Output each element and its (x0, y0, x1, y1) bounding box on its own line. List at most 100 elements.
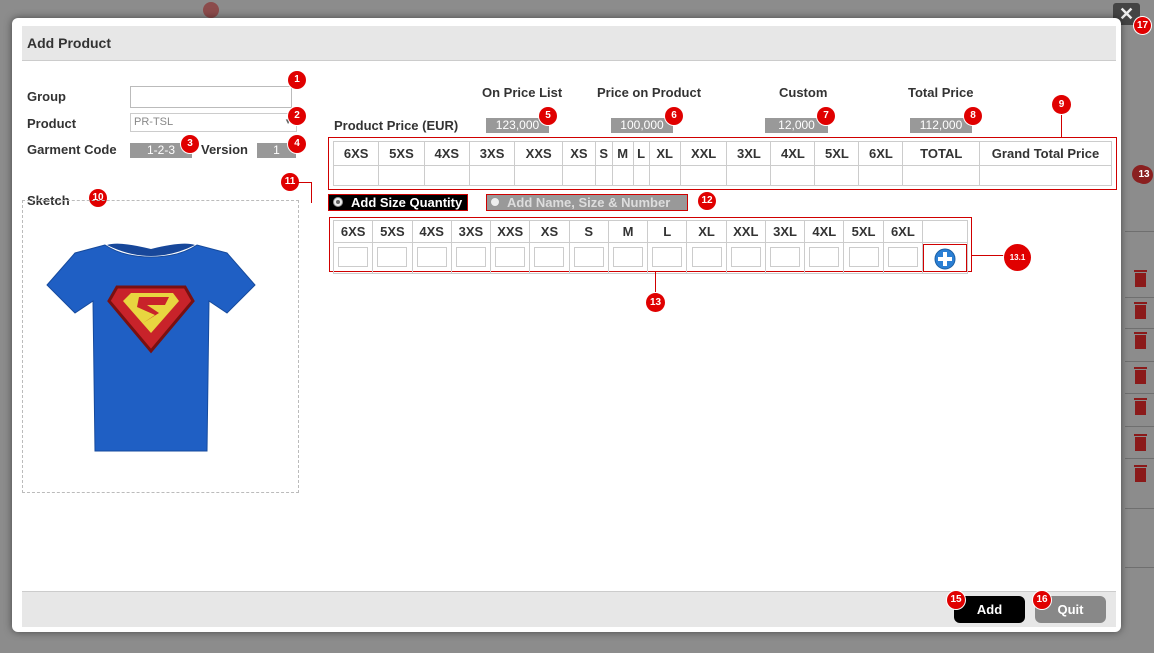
qty-input-5xs[interactable] (377, 246, 408, 267)
annotation-badge-13: 13 (646, 293, 665, 312)
summary-col-5xs: 5XS (378, 141, 425, 166)
annotation-badge-9: 9 (1052, 95, 1071, 114)
dialog-title: Add Product (27, 35, 111, 51)
product-price-label: Product Price (EUR) (334, 118, 459, 133)
version-label: Version (201, 142, 248, 157)
superman-tshirt-image (46, 243, 256, 452)
summary-col-total: TOTAL (902, 141, 980, 166)
summary-col-xxl: XXL (679, 141, 728, 166)
qty-input-6xs[interactable] (338, 246, 369, 267)
plus-circle-icon (934, 248, 956, 270)
annotation-line (1061, 113, 1062, 138)
summary-col-s: S (594, 141, 613, 166)
trash-icon (1133, 330, 1148, 350)
annotation-line (655, 272, 656, 294)
qty-col-6xl: 6XL (882, 220, 924, 243)
qty-input-6xl[interactable] (887, 246, 918, 267)
sketch-panel (22, 200, 299, 493)
annotation-badge-11: 11 (281, 173, 299, 191)
name-size-number-option[interactable]: Add Name, Size & Number (486, 194, 688, 211)
background-badge: 13 (1135, 166, 1153, 184)
qty-col-6xs: 6XS (332, 220, 374, 243)
qty-input-xl[interactable] (691, 246, 722, 267)
summary-col-xl: XL (648, 141, 681, 166)
annotation-badge-17: 17 (1134, 17, 1151, 34)
summary-col-3xl: 3XL (726, 141, 772, 166)
qty-input-xxl[interactable] (730, 246, 761, 267)
qty-col-l: L (647, 220, 688, 243)
trash-icon (1133, 396, 1148, 416)
qty-col-xxs: XXS (490, 220, 531, 243)
group-label: Group (27, 89, 66, 104)
summary-table: 6XS 5XS 4XS 3XS XXS XS S M L XL XXL 3XL … (332, 141, 1112, 186)
price-product-value: 100,000 (611, 118, 673, 133)
add-row-button[interactable] (923, 244, 967, 272)
dialog-header: Add Product (22, 26, 1116, 61)
trash-icon (1133, 268, 1148, 288)
product-label: Product (27, 116, 77, 131)
annotation-line (972, 255, 1006, 256)
annotation-badge-15: 15 (947, 591, 965, 609)
annotation-badge-4: 4 (288, 135, 306, 153)
qty-col-m: M (607, 220, 649, 243)
annotation-badge-2: 2 (288, 107, 306, 125)
qty-input-3xl[interactable] (770, 246, 801, 267)
price-header-list: On Price List (482, 85, 563, 100)
group-input[interactable] (130, 86, 292, 108)
summary-col-xs: XS (562, 141, 596, 166)
qty-input-3xs[interactable] (455, 246, 486, 267)
qty-input-s[interactable] (573, 246, 604, 267)
qty-input-4xl[interactable] (809, 246, 840, 267)
annotation-badge-13-1: 13.1 (1004, 244, 1031, 271)
summary-col-4xl: 4XL (770, 141, 816, 166)
qty-input-l[interactable] (652, 246, 683, 267)
annotation-badge-16: 16 (1033, 591, 1051, 609)
quantity-table: 6XS 5XS 4XS 3XS XXS XS S M L XL XXL 3XL … (332, 220, 968, 274)
annotation-badge-3: 3 (181, 135, 199, 153)
qty-col-4xs: 4XS (411, 220, 452, 243)
trash-icon (1133, 365, 1148, 385)
qty-col-xs: XS (529, 220, 570, 243)
annotation-line (311, 182, 312, 203)
summary-col-5xl: 5XL (814, 141, 860, 166)
annotation-badge-7: 7 (817, 107, 835, 125)
summary-col-6xl: 6XL (858, 141, 904, 166)
summary-col-6xs: 6XS (332, 141, 380, 166)
trash-icon (1133, 300, 1148, 320)
annotation-badge-1: 1 (288, 71, 306, 89)
annotation-badge-6: 6 (665, 107, 683, 125)
table-row (332, 242, 968, 274)
qty-input-5xl[interactable] (848, 246, 879, 267)
name-size-number-radio[interactable] (490, 197, 500, 207)
trash-icon (1133, 432, 1148, 452)
qty-col-3xl: 3XL (764, 220, 806, 243)
annotation-badge-5: 5 (539, 107, 557, 125)
product-value: PR-TSL (134, 116, 174, 128)
qty-input-xxs[interactable] (495, 246, 526, 267)
garment-code-label: Garment Code (27, 142, 117, 157)
qty-input-xs[interactable] (534, 246, 565, 267)
price-header-custom: Custom (779, 85, 828, 100)
qty-input-4xs[interactable] (416, 246, 447, 267)
summary-col-m: M (611, 141, 634, 166)
price-header-total: Total Price (908, 85, 974, 100)
size-quantity-option[interactable]: Add Size Quantity (328, 194, 468, 211)
summary-col-xxs: XXS (514, 141, 564, 166)
size-quantity-radio[interactable] (333, 197, 343, 207)
qty-col-3xs: 3XS (450, 220, 492, 243)
annotation-badge-12: 12 (698, 192, 716, 210)
product-select[interactable]: PR-TSL ▼ (130, 113, 297, 132)
qty-col-s: S (568, 220, 609, 243)
price-header-product: Price on Product (597, 85, 702, 100)
qty-col-xxl: XXL (725, 220, 766, 243)
qty-col-4xl: 4XL (804, 220, 845, 243)
size-quantity-label: Add Size Quantity (351, 195, 463, 210)
summary-table-row (332, 165, 1112, 186)
name-size-number-label: Add Name, Size & Number (507, 195, 671, 210)
qty-input-m[interactable] (612, 246, 643, 267)
qty-col-5xs: 5XS (372, 220, 413, 243)
summary-col-grand-total: Grand Total Price (979, 141, 1112, 166)
qty-col-xl: XL (686, 220, 727, 243)
add-product-dialog: Add Product Group 1 Product PR-TSL ▼ 2 G… (12, 18, 1121, 632)
qty-col-5xl: 5XL (843, 220, 884, 243)
